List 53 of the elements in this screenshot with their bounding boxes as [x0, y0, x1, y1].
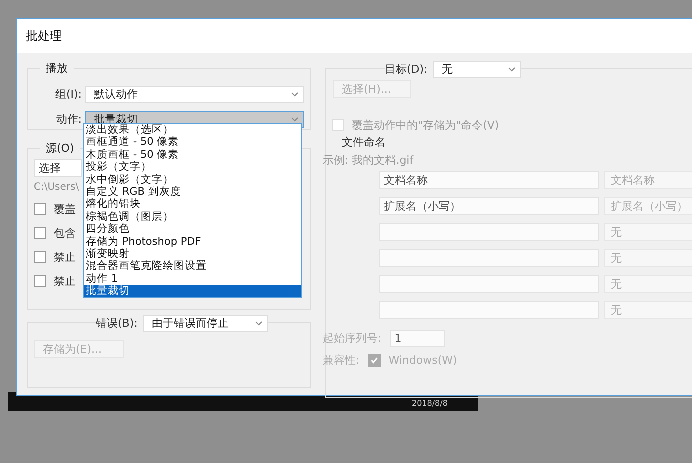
- checkbox[interactable]: [34, 275, 46, 287]
- example-text: 示例: 我的文档.gif: [323, 153, 415, 169]
- caret-icon: [291, 117, 299, 122]
- check-icon: [370, 356, 379, 364]
- name-field[interactable]: [379, 301, 599, 319]
- name-field[interactable]: 扩展名（小写）: [379, 197, 599, 215]
- group-title: 源(O): [40, 141, 80, 156]
- checkbox[interactable]: [34, 203, 46, 215]
- section-title: 文件命名: [341, 135, 387, 151]
- dropdown-option[interactable]: 动作 1: [84, 272, 301, 286]
- name-field[interactable]: [379, 223, 599, 241]
- dropdown-option[interactable]: 四分颜色: [84, 223, 301, 236]
- checkbox[interactable]: [368, 354, 381, 366]
- error-dropdown[interactable]: 由于错误而停止: [142, 314, 268, 332]
- taskbar-date: 2018/8/8: [412, 399, 448, 408]
- checkbox-label: 禁止: [54, 274, 76, 288]
- dropdown-option[interactable]: 棕褐色调（图层）: [84, 210, 301, 224]
- field-label: 动作:: [55, 112, 83, 127]
- dropdown-option[interactable]: 木质画框 - 50 像素: [84, 148, 301, 162]
- dropdown-option[interactable]: 批量裁切: [84, 285, 301, 298]
- field-label: 目标(D):: [385, 62, 433, 76]
- field-label: 错误(B):: [96, 316, 143, 330]
- dropdown-option[interactable]: 混合器画笔克隆绘图设置: [84, 260, 301, 273]
- path-text: C:\Users\: [34, 182, 80, 193]
- checkbox[interactable]: [34, 251, 46, 263]
- checkbox-label: 包含: [54, 226, 76, 240]
- checkbox-label: 覆盖动作中的"存储为"命令(V): [352, 118, 500, 132]
- choose-button[interactable]: 选择: [34, 159, 82, 177]
- caret-icon: [508, 66, 516, 72]
- field-label: 组(I):: [54, 87, 83, 102]
- checkbox-label: 禁止: [54, 250, 76, 264]
- name-field[interactable]: [379, 275, 599, 293]
- caret-icon: [291, 92, 299, 97]
- group-dropdown[interactable]: 默认动作: [85, 86, 304, 103]
- caret-icon: [254, 320, 263, 326]
- window-title: 批处理: [26, 28, 62, 44]
- dropdown-option[interactable]: 存储为 Photoshop PDF: [84, 236, 301, 248]
- dropdown-option[interactable]: 渐变映射: [84, 248, 301, 260]
- checkbox[interactable]: [34, 227, 46, 239]
- checkbox-label: 覆盖: [54, 202, 76, 216]
- target-dropdown[interactable]: 无: [432, 60, 521, 78]
- field-label: 兼容性:: [323, 352, 360, 368]
- name-field[interactable]: [379, 249, 599, 267]
- group-title: 播放: [40, 61, 74, 76]
- dropdown-option[interactable]: 投影（文字）: [84, 161, 301, 174]
- field-label: 起始序列号:: [323, 330, 382, 346]
- dropdown-option[interactable]: 自定义 RGB 到灰度: [84, 186, 301, 198]
- dropdown-option[interactable]: 熔化的铅块: [84, 198, 301, 211]
- serial-number-field[interactable]: 1: [390, 330, 445, 346]
- checkbox-label: Windows(W): [388, 354, 458, 366]
- name-field[interactable]: 文档名称: [379, 171, 599, 189]
- dropdown-option[interactable]: 画框通道 - 50 像素: [84, 136, 301, 149]
- dropdown-option[interactable]: 水中倒影（文字）: [84, 174, 301, 186]
